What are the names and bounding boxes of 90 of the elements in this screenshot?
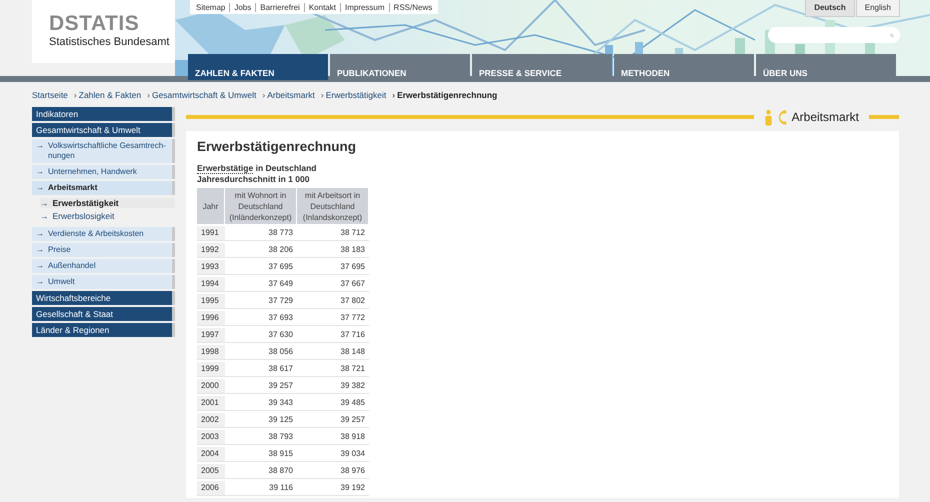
sidebar-item[interactable]: → Verdienste & Arbeitskosten [32,227,175,241]
table-cell: 38 915 [225,447,297,462]
table-cell: 37 667 [297,277,369,292]
table-cell: 38 617 [225,362,297,377]
sidebar-subitem[interactable]: → Erwerbslosigkeit [40,211,175,221]
table-cell: 2001 [197,396,225,411]
sidebar-item[interactable]: → Umwelt [32,275,175,289]
breadcrumb-link[interactable]: › Arbeitsmarkt [262,90,315,102]
table-cell: 38 056 [225,345,297,360]
table-cell: 37 693 [225,311,297,326]
top-link[interactable]: Barrierefrei [260,2,300,12]
table-cell: 38 712 [297,226,369,241]
table-cell: 2005 [197,464,225,479]
table-cell: 39 485 [297,396,369,411]
table-cell: 38 721 [297,362,369,377]
table-cell: 38 148 [297,345,369,360]
column-header: mit Arbeitsort in Deutschland (Inlandskonzept) [297,188,369,224]
sidebar-item[interactable]: → Arbeitsmarkt [32,181,175,195]
table-cell: 2004 [197,447,225,462]
table-cell: 1998 [197,345,225,360]
column-header: Jahr [197,188,225,224]
breadcrumb-link[interactable]: › Gesamtwirtschaft & Umwelt [147,90,256,102]
sidebar-section[interactable]: Indikatoren [32,107,175,121]
nav-tab[interactable]: ZAHLEN & FAKTEN [188,54,328,80]
top-link[interactable]: RSS/News [394,2,432,12]
table-cell: 39 116 [225,481,297,496]
table-cell: 37 630 [225,328,297,343]
table-cell: 38 206 [225,243,297,258]
sidebar-subitem[interactable]: → Erwerbstätigkeit [40,198,175,208]
table-cell: 39 192 [297,481,369,496]
table-cell: 37 729 [225,294,297,309]
top-link[interactable]: Sitemap [196,2,226,12]
sidebar-section[interactable]: Länder & Regionen [32,323,175,337]
sidebar-item[interactable]: → Unternehmen, Handwerk [32,165,175,179]
table-cell: 2002 [197,413,225,428]
table-cell: 1991 [197,226,225,241]
breadcrumb-link[interactable]: › Zahlen & Fakten [74,90,142,102]
crescent-icon [776,108,788,126]
table-cell: 39 257 [225,379,297,394]
table-cell: 39 034 [297,447,369,462]
table-cell: 38 183 [297,243,369,258]
table-cell: 37 695 [297,260,369,275]
table-cell: 39 125 [225,413,297,428]
table-cell: 39 257 [297,413,369,428]
language-tab[interactable]: Deutsch [805,0,855,17]
table-cell: 38 976 [297,464,369,479]
table-cell: 1995 [197,294,225,309]
table-cell: 2003 [197,430,225,445]
table-caption: Erwerbstätige in Deutschland [197,163,318,174]
table-cell: 39 343 [225,396,297,411]
language-tab[interactable]: English [856,0,900,17]
top-link[interactable]: Impressum [344,2,385,12]
sidebar-section[interactable]: Gesellschaft & Staat [32,307,175,321]
table-cell: 2000 [197,379,225,394]
sidebar-item[interactable]: → Preise [32,243,175,257]
breadcrumb-link[interactable]: › Erwerbstätigkeit [320,90,386,102]
table-cell: 1997 [197,328,225,343]
table-cell: 2006 [197,481,225,496]
logo-subtitle: Statistisches Bundesamt [49,36,170,48]
logo[interactable]: DSTATIS Statistisches Bundesamt [32,0,175,63]
search-field[interactable] [768,27,900,43]
table-cell: 1993 [197,260,225,275]
table-cell: 39 382 [297,379,369,394]
table-subcaption: Jahresdurchschnitt in 1 000 [197,174,310,185]
breadcrumb-link[interactable]: Startseite [32,90,68,102]
table-cell: 38 870 [225,464,297,479]
table-cell: 37 802 [297,294,369,309]
table-cell: 1999 [197,362,225,377]
table-cell: 38 918 [297,430,369,445]
table-cell: 37 649 [225,277,297,292]
table-cell: 37 772 [297,311,369,326]
sidebar-item[interactable]: → Außenhandel [32,259,175,273]
column-header: mit Wohnort in Deutschland (Inländerkonzept) [225,188,297,224]
page-title: Erwerbstätigenrechnung [197,139,358,154]
logo-wordmark: DSTATIS [49,14,140,34]
sidebar-section[interactable]: Wirtschaftsbereiche [32,291,175,305]
table-cell: 38 793 [225,430,297,445]
top-link[interactable]: Kontakt [308,2,336,12]
sidebar-section[interactable]: Gesamtwirtschaft & Umwelt [32,123,175,137]
table-cell: 1992 [197,243,225,258]
sidebar-item[interactable]: → Volkswirtschaftliche Gesamtrech-nungen [32,139,175,163]
table-cell: 1994 [197,277,225,292]
top-link[interactable]: Jobs [234,2,252,12]
breadcrumb-link[interactable]: › Erwerbstätigenrechnung [392,90,498,102]
table-cell: 1996 [197,311,225,326]
table-cell: 37 695 [225,260,297,275]
table-cell: 37 716 [297,328,369,343]
person-icon [764,108,773,126]
section-title: Arbeitsmarkt [792,110,859,124]
table-cell: 38 773 [225,226,297,241]
